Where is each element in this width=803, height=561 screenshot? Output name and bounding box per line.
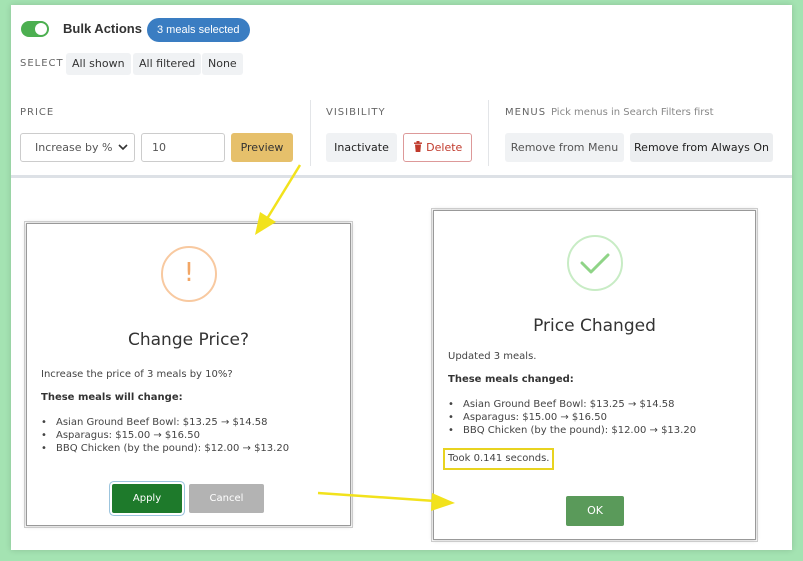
app-frame: Bulk Actions 3 meals selected SELECT All…	[11, 5, 792, 550]
price-mode-select[interactable]: Increase by %	[20, 133, 135, 162]
toggle-knob	[35, 23, 47, 35]
bulk-actions-title: Bulk Actions	[63, 21, 142, 36]
delete-button[interactable]: Delete	[403, 133, 472, 162]
select-all-shown-button[interactable]: All shown	[66, 53, 131, 75]
modal-message: Updated 3 meals.	[448, 351, 537, 362]
delete-label: Delete	[426, 141, 463, 154]
select-none-button[interactable]: None	[202, 53, 243, 75]
price-amount-input[interactable]: 10	[141, 133, 225, 162]
ok-button[interactable]: OK	[566, 496, 624, 526]
price-mode-value: Increase by %	[35, 141, 113, 154]
bulk-actions-toggle[interactable]	[21, 21, 49, 37]
chevron-down-icon	[118, 134, 128, 172]
list-item: BBQ Chicken (by the pound): $12.00 → $13…	[41, 442, 289, 455]
meal-change-list: Asian Ground Beef Bowl: $13.25 → $14.58 …	[41, 416, 289, 455]
remove-from-menu-button[interactable]: Remove from Menu	[505, 133, 624, 162]
modal-message: Increase the price of 3 meals by 10%?	[41, 369, 233, 380]
modal-list-heading: These meals will change:	[41, 392, 183, 403]
select-all-filtered-button[interactable]: All filtered	[133, 53, 202, 75]
section-divider	[310, 100, 311, 166]
price-section-label: PRICE	[20, 107, 55, 118]
visibility-section-label: VISIBILITY	[326, 107, 386, 118]
apply-button[interactable]: Apply	[112, 484, 182, 513]
menus-section-label: MENUS	[505, 107, 547, 118]
cancel-button[interactable]: Cancel	[189, 484, 264, 513]
modal-title: Change Price?	[128, 330, 249, 350]
change-price-modal: ! Change Price? Increase the price of 3 …	[24, 221, 353, 528]
trash-icon	[413, 141, 427, 154]
select-label: SELECT	[20, 58, 64, 69]
modal-title: Price Changed	[533, 316, 656, 336]
checkmark-circle-icon	[567, 235, 623, 291]
modal-list-heading: These meals changed:	[448, 374, 574, 385]
list-item: Asian Ground Beef Bowl: $13.25 → $14.58	[448, 398, 696, 411]
list-item: Asparagus: $15.00 → $16.50	[448, 411, 696, 424]
remove-from-always-on-button[interactable]: Remove from Always On	[630, 133, 773, 162]
timing-text: Took 0.141 seconds.	[443, 448, 554, 470]
selected-count-badge: 3 meals selected	[147, 18, 250, 42]
inactivate-button[interactable]: Inactivate	[326, 133, 397, 162]
preview-button[interactable]: Preview	[231, 133, 293, 162]
list-item: Asparagus: $15.00 → $16.50	[41, 429, 289, 442]
menus-hint: Pick menus in Search Filters first	[551, 107, 714, 118]
list-item: BBQ Chicken (by the pound): $12.00 → $13…	[448, 424, 696, 437]
list-item: Asian Ground Beef Bowl: $13.25 → $14.58	[41, 416, 289, 429]
meal-change-list: Asian Ground Beef Bowl: $13.25 → $14.58 …	[448, 398, 696, 437]
price-changed-modal: Price Changed Updated 3 meals. These mea…	[431, 208, 758, 542]
exclamation-circle-icon: !	[161, 246, 217, 302]
section-divider	[488, 100, 489, 166]
bulk-actions-toolbar: Bulk Actions 3 meals selected SELECT All…	[11, 5, 792, 178]
